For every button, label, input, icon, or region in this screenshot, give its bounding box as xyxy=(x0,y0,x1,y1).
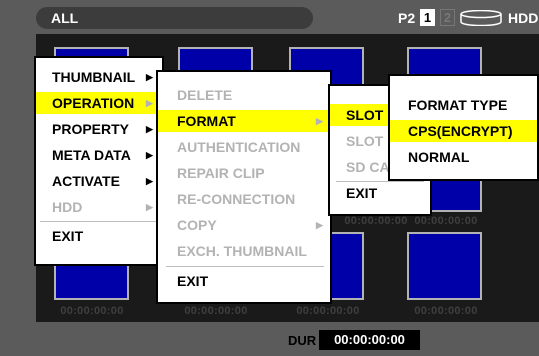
menu-divider xyxy=(166,266,324,267)
arrow-right-icon: ▶ xyxy=(146,124,153,134)
bottom-bar xyxy=(0,322,539,356)
menu-item-format[interactable]: FORMAT ▶ xyxy=(158,110,330,132)
format-type-submenu: FORMAT TYPE CPS(ENCRYPT) NORMAL xyxy=(388,74,539,181)
menu-item-authentication: AUTHENTICATION xyxy=(158,136,330,158)
menu-item-re-connection: RE-CONNECTION xyxy=(158,188,330,210)
menu-item-label: DELETE xyxy=(177,87,233,103)
thumbnail-timecode: 00:00:00:00 xyxy=(414,215,478,227)
p2-label: P2 xyxy=(398,10,416,26)
thumbnail[interactable] xyxy=(407,232,482,300)
menu-divider xyxy=(40,221,158,222)
menu-item-label: FORMAT xyxy=(177,113,236,129)
menu-item-label: OPERATION xyxy=(52,95,135,111)
arrow-right-icon: ▶ xyxy=(316,220,323,230)
duration-label: DUR xyxy=(288,333,317,348)
menu-item-meta-data[interactable]: META DATA ▶ xyxy=(36,144,162,166)
arrow-right-icon: ▶ xyxy=(146,150,153,160)
menu-item-label: ACTIVATE xyxy=(52,173,120,189)
menu-item-label: COPY xyxy=(177,217,217,233)
arrow-right-icon: ▶ xyxy=(316,116,323,126)
duration-value: 00:00:00:00 xyxy=(319,330,420,350)
menu-item-label: META DATA xyxy=(52,147,131,163)
menu-item-exit[interactable]: EXIT xyxy=(330,182,430,204)
menu-item-delete: DELETE xyxy=(158,84,330,106)
menu-item-exit[interactable]: EXIT xyxy=(158,270,330,292)
tab-all[interactable]: ALL xyxy=(36,7,313,29)
menu-item-cps-encrypt[interactable]: CPS(ENCRYPT) xyxy=(390,120,537,142)
menu-item-activate[interactable]: ACTIVATE ▶ xyxy=(36,170,162,192)
slot-1-indicator: 1 xyxy=(420,9,435,26)
menu-item-label: AUTHENTICATION xyxy=(177,139,301,155)
menu-item-label: NORMAL xyxy=(408,149,470,165)
menu-item-label: PROPERTY xyxy=(52,121,130,137)
menu-item-thumbnail[interactable]: THUMBNAIL ▶ xyxy=(36,66,162,88)
arrow-right-icon: ▶ xyxy=(146,98,153,108)
menu-item-label: REPAIR CLIP xyxy=(177,165,265,181)
thumbnail-timecode: 00:00:00:00 xyxy=(60,305,124,317)
main-menu: THUMBNAIL ▶ OPERATION ▶ PROPERTY ▶ META … xyxy=(34,56,164,266)
menu-item-label: THUMBNAIL xyxy=(52,69,136,85)
thumbnail-timecode: 00:00:00:00 xyxy=(344,215,408,227)
format-type-heading: FORMAT TYPE xyxy=(390,94,537,116)
thumbnail-timecode: 00:00:00:00 xyxy=(184,305,248,317)
menu-item-label: SLOT xyxy=(346,107,384,123)
menu-item-exch-thumbnail: EXCH. THUMBNAIL xyxy=(158,240,330,262)
slot-2-indicator: 2 xyxy=(440,9,455,26)
menu-item-repair-clip: REPAIR CLIP xyxy=(158,162,330,184)
menu-item-exit[interactable]: EXIT xyxy=(36,225,162,247)
menu-item-normal[interactable]: NORMAL xyxy=(390,146,537,168)
menu-item-label: HDD xyxy=(52,199,83,215)
menu-item-label: EXIT xyxy=(346,185,378,201)
arrow-right-icon: ▶ xyxy=(146,202,153,212)
menu-item-hdd: HDD ▶ xyxy=(36,196,162,218)
menu-item-label: FORMAT TYPE xyxy=(408,97,508,113)
menu-item-label: RE-CONNECTION xyxy=(177,191,296,207)
menu-item-label: EXCH. THUMBNAIL xyxy=(177,243,307,259)
menu-item-copy: COPY ▶ xyxy=(158,214,330,236)
menu-item-label: SD CA xyxy=(346,159,390,175)
hdd-icon xyxy=(460,10,502,26)
menu-item-label: SLOT xyxy=(346,133,384,149)
operation-submenu: DELETE FORMAT ▶ AUTHENTICATION REPAIR CL… xyxy=(156,70,332,304)
arrow-right-icon: ▶ xyxy=(146,72,153,82)
menu-item-operation[interactable]: OPERATION ▶ xyxy=(36,92,162,114)
menu-item-label: EXIT xyxy=(52,228,84,244)
menu-item-label: EXIT xyxy=(177,273,209,289)
thumbnail-timecode: 00:00:00:00 xyxy=(296,305,360,317)
arrow-right-icon: ▶ xyxy=(146,176,153,186)
menu-item-property[interactable]: PROPERTY ▶ xyxy=(36,118,162,140)
menu-item-label: CPS(ENCRYPT) xyxy=(408,123,513,139)
thumbnail-timecode: 00:00:00:00 xyxy=(414,305,478,317)
hdd-label: HDD xyxy=(508,10,539,26)
